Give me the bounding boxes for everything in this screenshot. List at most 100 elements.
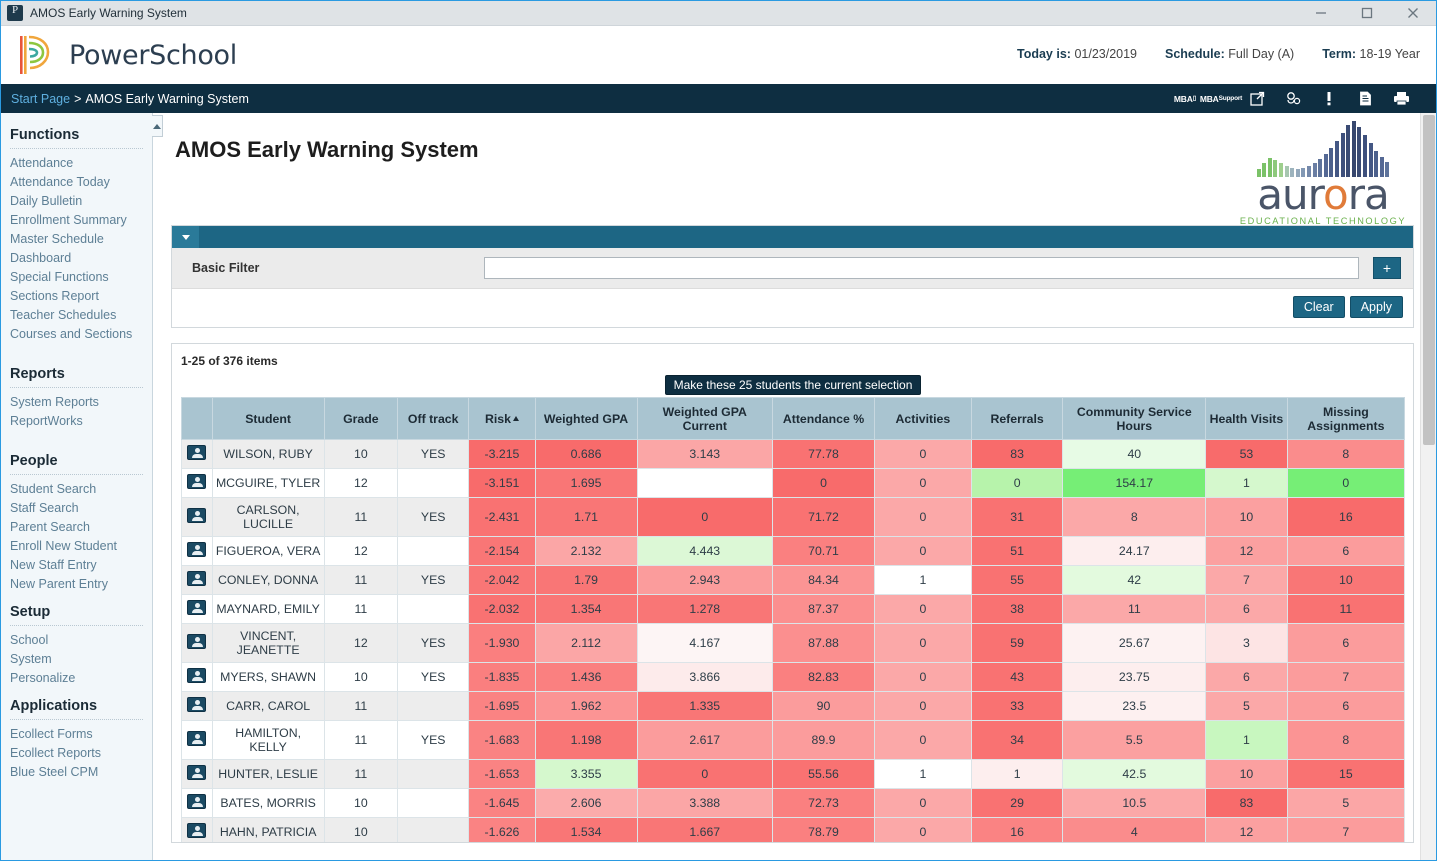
table-row[interactable]: HUNTER, LESLIE11-1.6533.355055.561142.51…	[182, 760, 1405, 789]
student-detail-icon[interactable]	[187, 823, 206, 838]
sidebar-item-dashboard[interactable]: Dashboard	[1, 249, 152, 268]
column-header-student[interactable]: Student	[212, 398, 324, 440]
table-row[interactable]: MAYNARD, EMILY11-2.0321.3541.27887.37038…	[182, 595, 1405, 624]
document-icon[interactable]	[1354, 88, 1376, 110]
cell-student[interactable]: MYERS, SHAWN	[212, 663, 324, 692]
column-header-community-service-hours[interactable]: Community Service Hours	[1063, 398, 1206, 440]
sidebar-item-attendance-today[interactable]: Attendance Today	[1, 173, 152, 192]
column-header-referrals[interactable]: Referrals	[971, 398, 1063, 440]
print-icon[interactable]	[1390, 88, 1412, 110]
table-row[interactable]: CONLEY, DONNA11YES-2.0421.792.94384.3415…	[182, 566, 1405, 595]
student-detail-icon[interactable]	[187, 794, 206, 809]
cell-student[interactable]: HAHN, PATRICIA	[212, 818, 324, 844]
sidebar-item-enrollment-summary[interactable]: Enrollment Summary	[1, 211, 152, 230]
cell-student[interactable]: CARR, CAROL	[212, 692, 324, 721]
chevron-down-icon[interactable]	[172, 226, 200, 248]
scrollbar-thumb[interactable]	[1423, 115, 1435, 445]
student-detail-icon[interactable]	[187, 445, 206, 460]
breadcrumb-start-page-link[interactable]: Start Page	[11, 92, 70, 106]
minimize-button[interactable]	[1298, 1, 1344, 26]
cell-student[interactable]: MCGUIRE, TYLER	[212, 469, 324, 498]
student-detail-icon[interactable]	[187, 634, 206, 649]
page-scrollbar[interactable]	[1420, 113, 1436, 861]
make-current-selection-button[interactable]: Make these 25 students the current selec…	[665, 375, 922, 395]
sidebar-item-parent-search[interactable]: Parent Search	[1, 518, 152, 537]
sidebar-item-reportworks[interactable]: ReportWorks	[1, 412, 152, 431]
cell-student[interactable]: CARLSON, LUCILLE	[212, 498, 324, 537]
cell-weighted-gpa: 0.686	[535, 440, 637, 469]
cell-student[interactable]: VINCENT, JEANETTE	[212, 624, 324, 663]
external-link-icon[interactable]	[1246, 88, 1268, 110]
sidebar-item-new-parent-entry[interactable]: New Parent Entry	[1, 575, 152, 594]
table-row[interactable]: FIGUEROA, VERA12-2.1542.1324.44370.71051…	[182, 537, 1405, 566]
sidebar-item-attendance[interactable]: Attendance	[1, 154, 152, 173]
alert-icon[interactable]	[1318, 88, 1340, 110]
student-detail-icon[interactable]	[187, 765, 206, 780]
apply-button[interactable]: Apply	[1350, 296, 1403, 318]
powerschool-logo[interactable]: PowerSchool	[19, 34, 237, 76]
table-row[interactable]: HAMILTON, KELLY11YES-1.6831.1982.61789.9…	[182, 721, 1405, 760]
mba-icon[interactable]: MBA▯	[1174, 88, 1196, 110]
column-header-weighted-gpa-current[interactable]: Weighted GPA Current	[637, 398, 773, 440]
cell-missing-assignments: 7	[1287, 663, 1404, 692]
sidebar-item-school[interactable]: School	[1, 631, 152, 650]
student-detail-icon[interactable]	[187, 571, 206, 586]
sidebar-item-ecollect-reports[interactable]: Ecollect Reports	[1, 744, 152, 763]
table-row[interactable]: MYERS, SHAWN10YES-1.8351.4363.86682.8304…	[182, 663, 1405, 692]
schedule-value: Full Day (A)	[1228, 47, 1294, 61]
page-settings-icon[interactable]	[1282, 88, 1304, 110]
sidebar-item-special-functions[interactable]: Special Functions	[1, 268, 152, 287]
student-detail-icon[interactable]	[187, 542, 206, 557]
column-header-attendance-pct[interactable]: Attendance %	[773, 398, 875, 440]
cell-student[interactable]: MAYNARD, EMILY	[212, 595, 324, 624]
sidebar-item-master-schedule[interactable]: Master Schedule	[1, 230, 152, 249]
student-detail-icon[interactable]	[187, 600, 206, 615]
clear-button[interactable]: Clear	[1293, 296, 1345, 318]
column-header-health-visits[interactable]: Health Visits	[1206, 398, 1288, 440]
sidebar-item-new-staff-entry[interactable]: New Staff Entry	[1, 556, 152, 575]
column-header-risk[interactable]: Risk	[469, 398, 535, 440]
cell-student[interactable]: CONLEY, DONNA	[212, 566, 324, 595]
table-row[interactable]: WILSON, RUBY10YES-3.2150.6863.14377.7808…	[182, 440, 1405, 469]
table-row[interactable]: CARLSON, LUCILLE11YES-2.4311.71071.72031…	[182, 498, 1405, 537]
sidebar-item-daily-bulletin[interactable]: Daily Bulletin	[1, 192, 152, 211]
sidebar-item-system[interactable]: System	[1, 650, 152, 669]
cell-student[interactable]: HAMILTON, KELLY	[212, 721, 324, 760]
sidebar-item-system-reports[interactable]: System Reports	[1, 393, 152, 412]
mba-support-icon[interactable]: MBASupport	[1210, 88, 1232, 110]
cell-student[interactable]: BATES, MORRIS	[212, 789, 324, 818]
cell-weighted-gpa-current: 4.167	[637, 624, 773, 663]
column-header-weighted-gpa[interactable]: Weighted GPA	[535, 398, 637, 440]
column-header-off-track[interactable]: Off track	[398, 398, 469, 440]
column-header-missing-assignments[interactable]: Missing Assignments	[1287, 398, 1404, 440]
sidebar-item-enroll-new-student[interactable]: Enroll New Student	[1, 537, 152, 556]
table-row[interactable]: CARR, CAROL11-1.6951.9621.3359003323.556	[182, 692, 1405, 721]
cell-student[interactable]: HUNTER, LESLIE	[212, 760, 324, 789]
table-row[interactable]: HAHN, PATRICIA10-1.6261.5341.66778.79016…	[182, 818, 1405, 844]
table-row[interactable]: VINCENT, JEANETTE12YES-1.9302.1124.16787…	[182, 624, 1405, 663]
sidebar-item-staff-search[interactable]: Staff Search	[1, 499, 152, 518]
sidebar-item-sections-report[interactable]: Sections Report	[1, 287, 152, 306]
student-detail-icon[interactable]	[187, 508, 206, 523]
add-filter-button[interactable]: +	[1373, 257, 1401, 279]
student-detail-icon[interactable]	[187, 474, 206, 489]
close-button[interactable]	[1390, 1, 1436, 26]
cell-student[interactable]: FIGUEROA, VERA	[212, 537, 324, 566]
sidebar-collapse-toggle[interactable]	[152, 115, 163, 137]
table-row[interactable]: MCGUIRE, TYLER12-3.1511.695000154.1710	[182, 469, 1405, 498]
sidebar-item-student-search[interactable]: Student Search	[1, 480, 152, 499]
column-header-activities[interactable]: Activities	[874, 398, 971, 440]
sidebar-item-personalize[interactable]: Personalize	[1, 669, 152, 688]
sidebar-item-ecollect-forms[interactable]: Ecollect Forms	[1, 725, 152, 744]
table-row[interactable]: BATES, MORRIS10-1.6452.6063.38872.730291…	[182, 789, 1405, 818]
sidebar-item-courses-and-sections[interactable]: Courses and Sections	[1, 325, 152, 344]
sidebar-item-blue-steel-cpm[interactable]: Blue Steel CPM	[1, 763, 152, 782]
student-detail-icon[interactable]	[187, 697, 206, 712]
basic-filter-input[interactable]	[484, 257, 1359, 279]
sidebar-item-teacher-schedules[interactable]: Teacher Schedules	[1, 306, 152, 325]
column-header-grade[interactable]: Grade	[324, 398, 397, 440]
maximize-button[interactable]	[1344, 1, 1390, 26]
student-detail-icon[interactable]	[187, 668, 206, 683]
cell-student[interactable]: WILSON, RUBY	[212, 440, 324, 469]
student-detail-icon[interactable]	[187, 731, 206, 746]
